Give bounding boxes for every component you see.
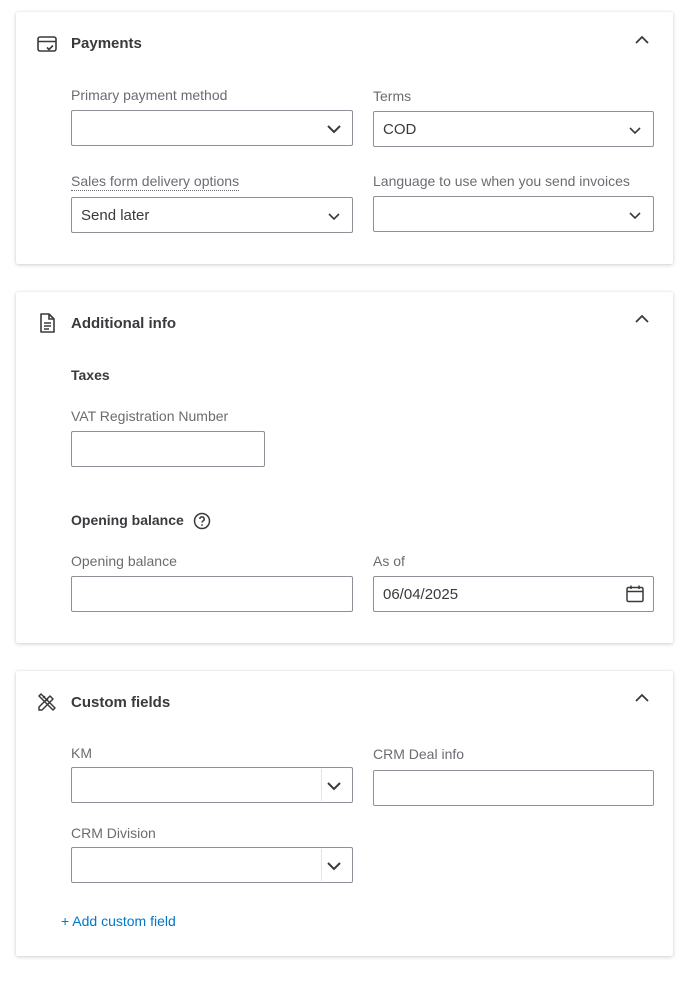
crm-division-select[interactable] xyxy=(71,847,353,883)
chevron-down-icon xyxy=(328,213,340,221)
dropdown-divider xyxy=(321,849,322,881)
km-label: KM xyxy=(71,745,92,761)
terms-select[interactable]: COD xyxy=(373,111,654,147)
km-select[interactable] xyxy=(71,767,353,803)
crm-division-label: CRM Division xyxy=(71,825,156,841)
chevron-down-icon xyxy=(327,862,341,871)
as-of-value: 06/04/2025 xyxy=(383,585,459,603)
terms-value: COD xyxy=(383,120,417,138)
chevron-down-icon xyxy=(327,782,341,791)
opening-balance-heading: Opening balance xyxy=(71,512,184,528)
chevron-up-icon[interactable] xyxy=(633,31,651,49)
additional-info-title: Additional info xyxy=(71,315,176,332)
dropdown-divider xyxy=(321,769,322,801)
chevron-up-icon[interactable] xyxy=(633,689,651,707)
primary-payment-method-select[interactable] xyxy=(71,110,353,146)
language-select[interactable] xyxy=(373,196,654,232)
additional-info-card: Additional info Taxes VAT Registration N… xyxy=(16,292,673,643)
sales-form-delivery-value: Send later xyxy=(81,206,150,224)
question-circle-icon[interactable] xyxy=(193,512,211,530)
document-icon xyxy=(40,313,55,333)
primary-payment-method-label: Primary payment method xyxy=(71,87,228,103)
language-label: Language to use when you send invoices xyxy=(373,173,630,189)
vat-input[interactable] xyxy=(71,431,265,467)
payments-card: Payments Primary payment method Terms CO… xyxy=(16,12,673,264)
calendar-icon[interactable] xyxy=(625,584,645,604)
crm-deal-info-label: CRM Deal info xyxy=(373,746,465,762)
custom-fields-card: Custom fields KM CRM Deal info CRM Divis… xyxy=(16,671,673,956)
chevron-down-icon xyxy=(629,212,641,220)
chevron-up-icon[interactable] xyxy=(633,310,651,328)
as-of-date-input[interactable]: 06/04/2025 xyxy=(373,576,654,612)
payment-card-icon xyxy=(37,36,57,52)
sales-form-delivery-label[interactable]: Sales form delivery options xyxy=(71,173,240,191)
add-custom-field-link[interactable]: + Add custom field xyxy=(61,913,176,929)
chevron-down-icon xyxy=(327,125,341,134)
pencil-ruler-icon xyxy=(38,693,56,711)
sales-form-delivery-select[interactable]: Send later xyxy=(71,197,353,233)
terms-label: Terms xyxy=(373,88,412,104)
custom-fields-title: Custom fields xyxy=(71,694,171,711)
opening-balance-input[interactable] xyxy=(71,576,353,612)
vat-label: VAT Registration Number xyxy=(71,408,229,424)
as-of-label: As of xyxy=(373,553,405,569)
chevron-down-icon xyxy=(629,127,641,135)
payments-title: Payments xyxy=(71,35,142,52)
opening-balance-label: Opening balance xyxy=(71,553,177,569)
taxes-heading: Taxes xyxy=(71,367,110,383)
crm-deal-info-input[interactable] xyxy=(373,770,654,806)
